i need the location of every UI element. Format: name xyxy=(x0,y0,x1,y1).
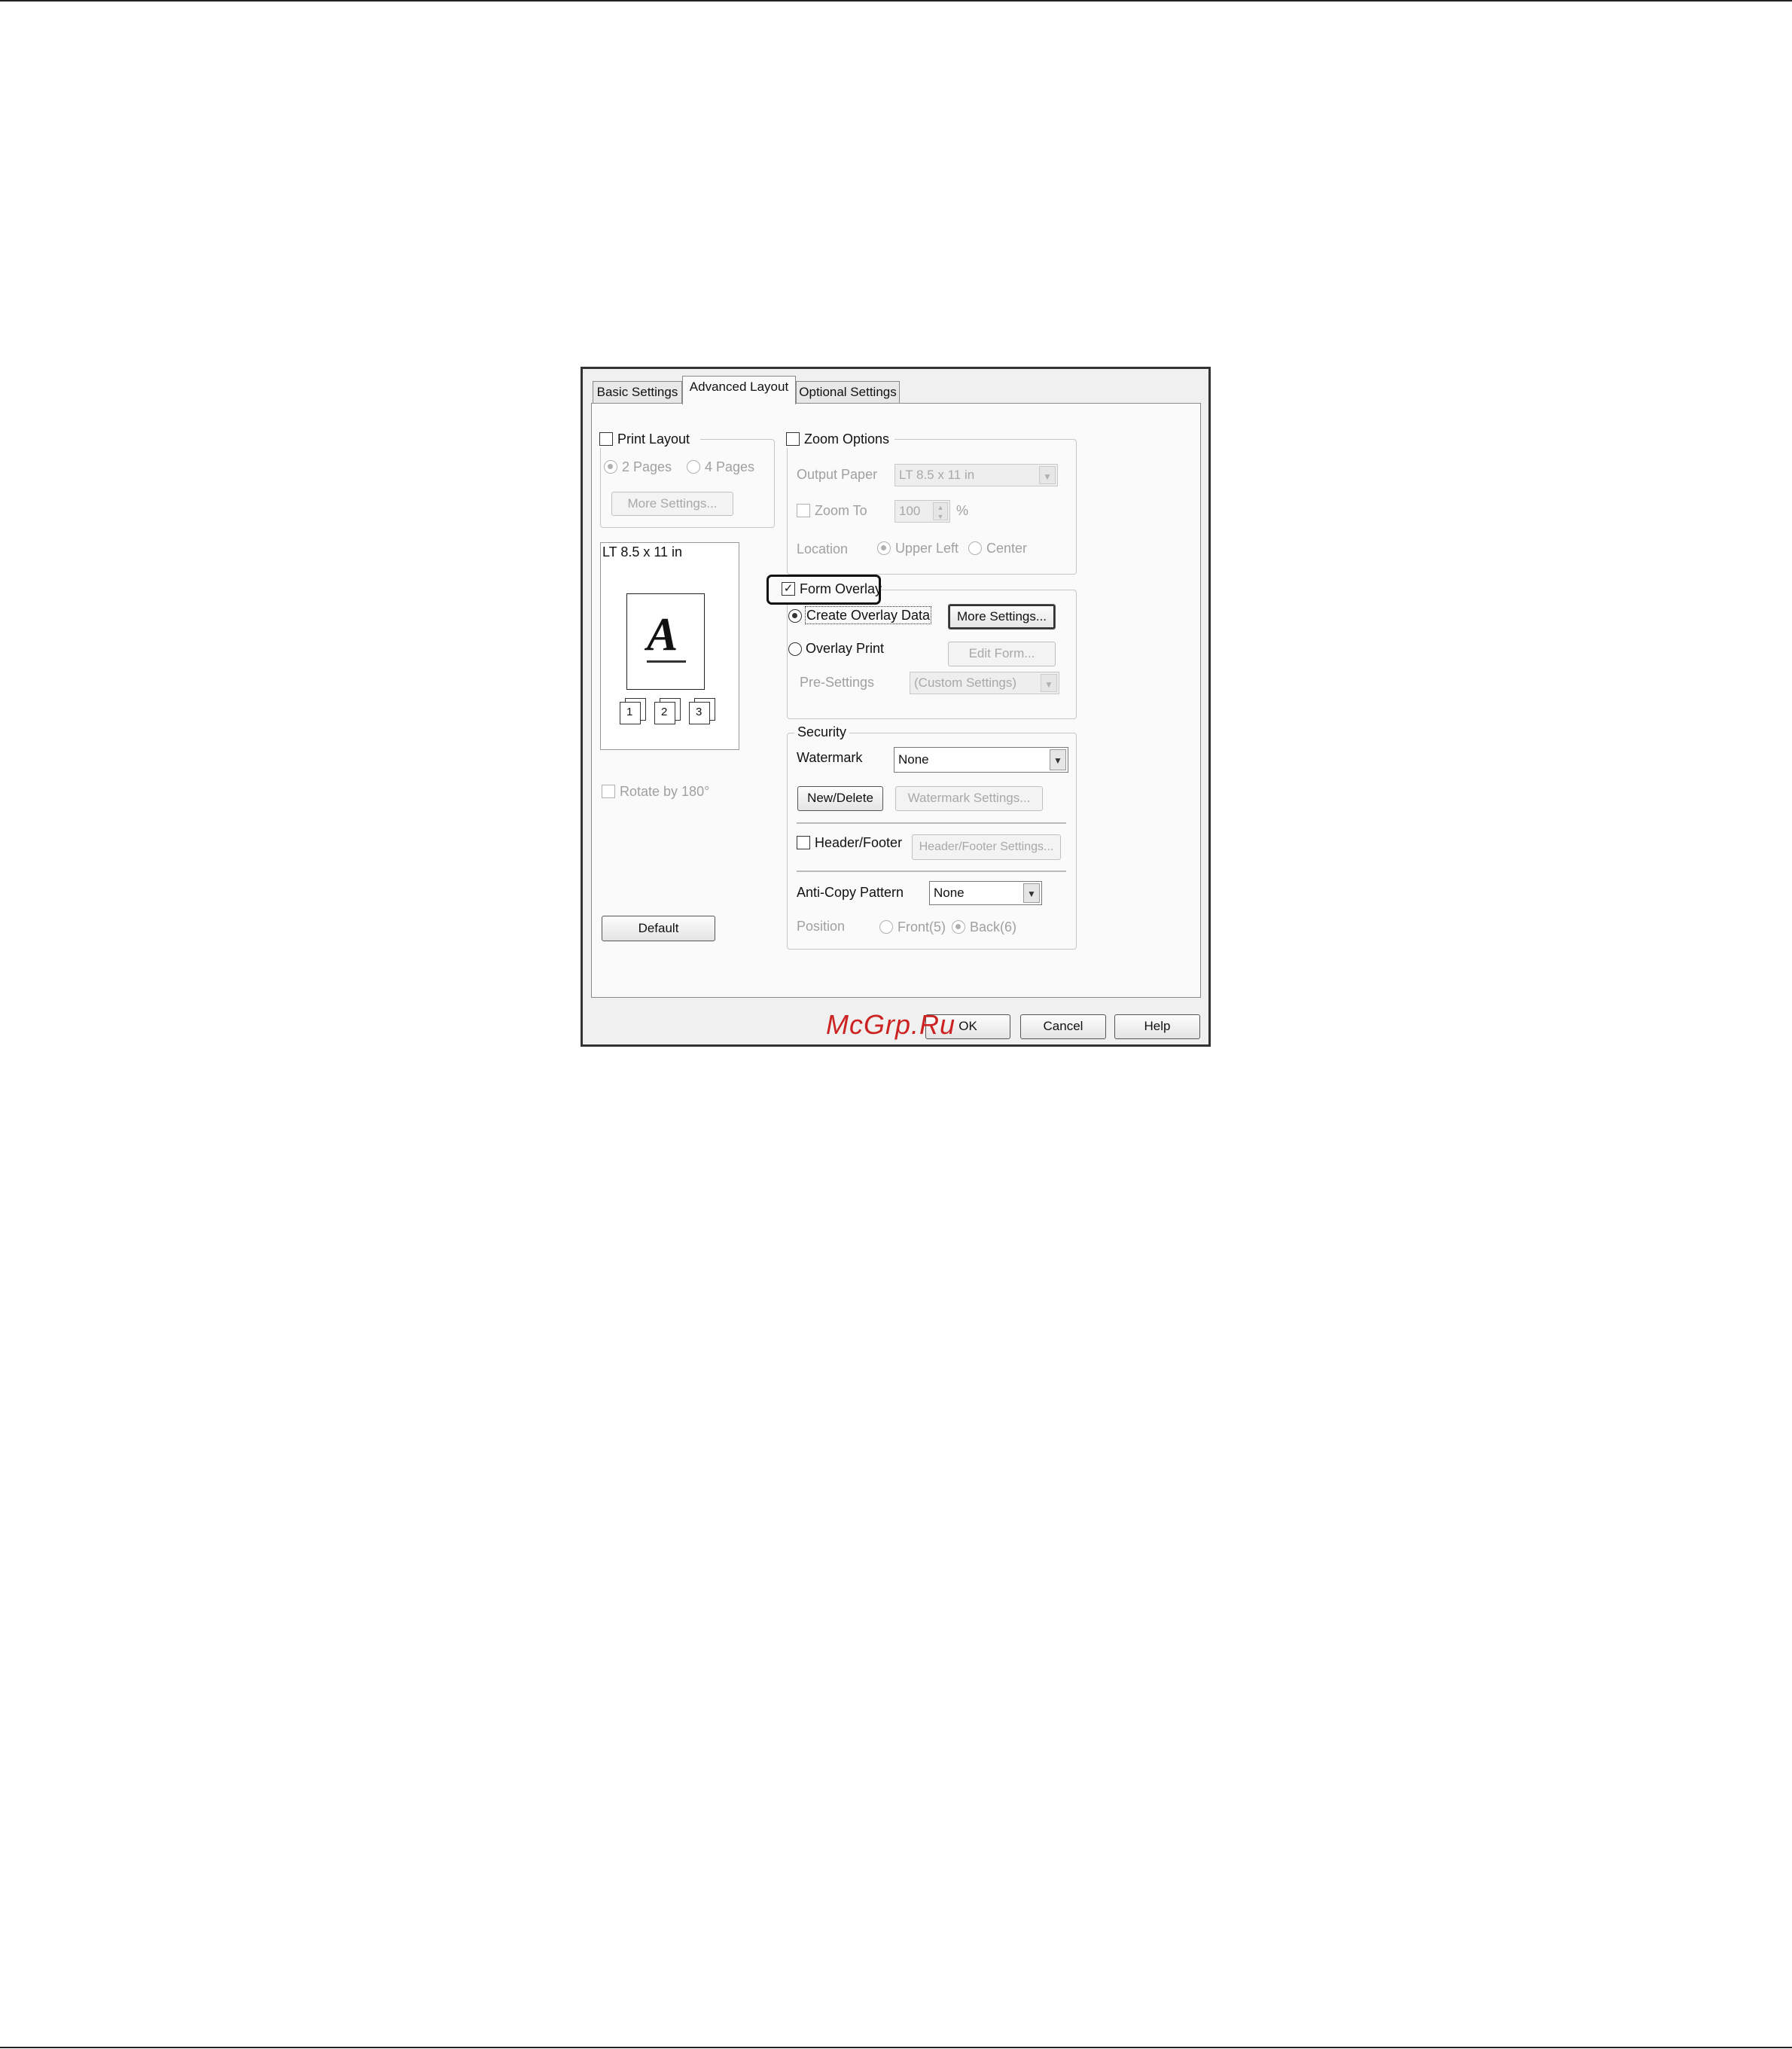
print-layout-header: Print Layout xyxy=(595,430,700,448)
overlay-more-settings-button[interactable]: More Settings... xyxy=(948,604,1056,630)
preview-page: A xyxy=(626,593,705,690)
create-overlay-data-radio[interactable] xyxy=(788,609,802,623)
rotate-180-checkbox[interactable] xyxy=(602,785,615,798)
security-separator-2 xyxy=(797,871,1066,872)
bottom-rule xyxy=(0,2047,1792,2048)
preview-paper-size: LT 8.5 x 11 in xyxy=(602,544,683,560)
create-overlay-data-label: Create Overlay Data xyxy=(804,606,932,624)
zoom-to-value: 100 xyxy=(899,504,921,518)
position-front-radio[interactable] xyxy=(879,920,893,934)
watermark-settings-button[interactable]: Watermark Settings... xyxy=(895,786,1043,811)
chevron-down-icon: ▼ xyxy=(1023,883,1040,903)
preview-baseline xyxy=(647,660,686,663)
anti-copy-pattern-select[interactable]: None ▼ xyxy=(929,881,1042,905)
header-footer-label: Header/Footer xyxy=(815,835,903,850)
form-overlay-label: Form Overlay xyxy=(800,581,882,596)
position-back-label: Back(6) xyxy=(970,919,1017,935)
zoom-unit-label: % xyxy=(956,503,969,518)
header-footer-settings-button[interactable]: Header/Footer Settings... xyxy=(912,834,1061,860)
output-paper-value: LT 8.5 x 11 in xyxy=(899,468,975,482)
default-button[interactable]: Default xyxy=(602,916,715,941)
header-footer-checkbox[interactable] xyxy=(797,836,810,849)
tab-advanced-layout[interactable]: Advanced Layout xyxy=(682,376,796,404)
watermark-select[interactable]: None ▼ xyxy=(894,747,1068,773)
position-label: Position xyxy=(797,919,846,934)
radio-4-pages[interactable] xyxy=(687,460,700,474)
printer-properties-dialog: Basic Settings Advanced Layout Optional … xyxy=(581,367,1211,1047)
position-back-radio[interactable] xyxy=(952,920,965,934)
page-stack-icon-1: 1 xyxy=(617,698,648,724)
pre-settings-value: (Custom Settings) xyxy=(914,675,1017,690)
location-label: Location xyxy=(797,541,849,556)
print-layout-checkbox[interactable] xyxy=(599,432,613,446)
pre-settings-label: Pre-Settings xyxy=(800,675,875,690)
watermark-value: None xyxy=(898,752,929,767)
output-paper-label: Output Paper xyxy=(797,467,878,482)
form-overlay-checkbox[interactable]: ✓ xyxy=(782,582,795,596)
radio-2-pages[interactable] xyxy=(604,460,617,474)
top-rule xyxy=(0,0,1792,2)
zoom-options-label: Zoom Options xyxy=(804,431,890,447)
radio-4-pages-label: 4 Pages xyxy=(705,459,755,474)
zoom-options-checkbox[interactable] xyxy=(786,432,800,446)
advanced-layout-panel: Print Layout 2 Pages 4 Pages More Settin… xyxy=(591,403,1201,998)
help-button[interactable]: Help xyxy=(1114,1014,1200,1039)
rotate-180-label: Rotate by 180° xyxy=(620,784,710,799)
zoom-to-label: Zoom To xyxy=(815,503,867,518)
zoom-to-checkbox[interactable] xyxy=(797,504,810,517)
chevron-down-icon: ▼ xyxy=(1039,466,1056,484)
location-center-radio[interactable] xyxy=(968,541,982,555)
chevron-down-icon: ▼ xyxy=(1050,749,1066,770)
page-number-3: 3 xyxy=(696,706,702,718)
output-paper-select[interactable]: LT 8.5 x 11 in ▼ xyxy=(894,464,1058,486)
zoom-to-spinner[interactable]: 100 ▲ ▼ xyxy=(894,500,950,523)
chevron-down-icon: ▼ xyxy=(1041,674,1057,692)
page-number-1: 1 xyxy=(626,706,633,718)
anti-copy-pattern-value: None xyxy=(934,886,965,900)
anti-copy-pattern-label: Anti-Copy Pattern xyxy=(797,885,904,900)
security-separator-1 xyxy=(797,822,1066,824)
layout-preview: LT 8.5 x 11 in A 1 2 3 xyxy=(600,542,739,750)
cancel-button[interactable]: Cancel xyxy=(1020,1014,1106,1039)
page-stack-icon-2: 2 xyxy=(652,698,682,724)
site-watermark: McGrp.Ru xyxy=(826,1009,956,1040)
tab-optional-settings[interactable]: Optional Settings xyxy=(796,381,900,404)
overlay-print-label: Overlay Print xyxy=(806,641,885,656)
pre-settings-select[interactable]: (Custom Settings) ▼ xyxy=(910,672,1059,694)
position-front-label: Front(5) xyxy=(898,919,946,935)
location-center-label: Center xyxy=(986,541,1028,556)
location-upper-left-label: Upper Left xyxy=(895,541,959,556)
new-delete-button[interactable]: New/Delete xyxy=(797,786,883,811)
radio-2-pages-label: 2 Pages xyxy=(622,459,672,474)
security-label: Security xyxy=(794,724,850,740)
overlay-print-radio[interactable] xyxy=(788,642,802,656)
tab-basic-settings[interactable]: Basic Settings xyxy=(593,381,682,404)
page-stack-icon-3: 3 xyxy=(687,698,717,724)
watermark-label: Watermark xyxy=(797,750,863,765)
spinner-arrows-icon[interactable]: ▲ ▼ xyxy=(933,502,948,520)
page-number-2: 2 xyxy=(661,706,668,718)
edit-form-button[interactable]: Edit Form... xyxy=(948,642,1056,666)
preview-letter: A xyxy=(647,609,678,660)
print-layout-label: Print Layout xyxy=(617,431,690,447)
location-upper-left-radio[interactable] xyxy=(877,541,891,555)
print-layout-more-settings-button[interactable]: More Settings... xyxy=(611,492,733,516)
zoom-options-header: Zoom Options xyxy=(782,430,894,448)
